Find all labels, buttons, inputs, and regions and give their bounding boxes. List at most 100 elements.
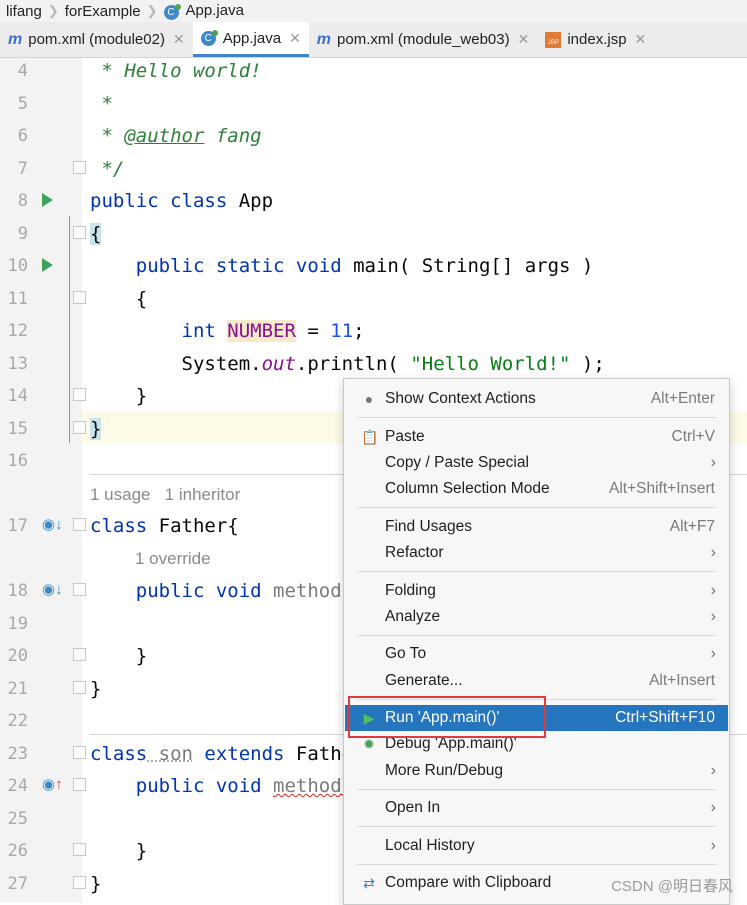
submenu-arrow-icon: ›: [710, 454, 716, 471]
tab-index-jsp[interactable]: JSP index.jsp ✕: [537, 22, 654, 57]
code-token: @author: [124, 125, 205, 147]
fold-marker-icon[interactable]: [73, 876, 86, 889]
close-icon[interactable]: ✕: [289, 30, 301, 47]
submenu-arrow-icon: ›: [710, 544, 716, 561]
overrides-up-icon[interactable]: ◉↑: [42, 775, 63, 793]
menu-item-label: Column Selection Mode: [385, 480, 550, 497]
menu-separator: [357, 789, 716, 790]
fold-marker-icon[interactable]: [73, 843, 86, 856]
submenu-arrow-icon: ›: [710, 799, 716, 816]
close-icon[interactable]: ✕: [518, 31, 530, 48]
annotation-highlight-box: [348, 696, 546, 738]
fold-marker-icon[interactable]: [73, 161, 86, 174]
tab-pom-module02[interactable]: m pom.xml (module02) ✕: [0, 22, 193, 57]
menu-item-copy-paste-special[interactable]: Copy / Paste Special ›: [345, 450, 728, 476]
code-token: public static void: [90, 255, 342, 277]
menu-item-folding[interactable]: Folding ›: [345, 578, 728, 604]
run-gutter-icon[interactable]: [42, 193, 53, 207]
breadcrumb-item-file[interactable]: C App.java: [158, 2, 250, 20]
fold-marker-icon[interactable]: [73, 291, 86, 304]
breadcrumb-item-module[interactable]: forExample: [59, 3, 147, 20]
code-token: 11: [330, 320, 354, 342]
menu-item-analyze[interactable]: Analyze ›: [345, 604, 728, 630]
line-number: 26: [7, 841, 28, 861]
overridden-down-icon[interactable]: ◉↓: [42, 580, 63, 598]
menu-item-shortcut: Alt+F7: [669, 518, 715, 535]
code-line: * @author fang: [90, 125, 262, 147]
close-icon[interactable]: ✕: [173, 31, 185, 48]
code-token: int: [90, 320, 216, 342]
run-gutter-icon[interactable]: [42, 258, 53, 272]
menu-item-open-in[interactable]: Open In ›: [345, 795, 728, 821]
tab-app-java[interactable]: C App.java ✕: [192, 22, 309, 57]
fold-marker-icon[interactable]: [73, 778, 86, 791]
menu-item-paste[interactable]: 📋 Paste Ctrl+V: [345, 424, 728, 450]
maven-icon: m: [316, 30, 332, 48]
code-line: public static void main( String[] args ): [90, 255, 594, 277]
chevron-right-icon: ❯: [47, 3, 59, 18]
fold-marker-icon[interactable]: [73, 648, 86, 661]
watermark: CSDN @明日春风: [611, 878, 733, 895]
fold-marker-icon[interactable]: [73, 583, 86, 596]
menu-separator: [357, 507, 716, 508]
tab-pom-module-web03[interactable]: m pom.xml (module_web03) ✕: [309, 22, 538, 57]
code-token: extends: [192, 743, 285, 765]
code-token: class: [90, 515, 148, 537]
debug-icon: ✹: [363, 736, 375, 752]
code-line: class Father{: [90, 515, 239, 537]
usage-count[interactable]: 1 usage: [90, 485, 151, 504]
code-line: *: [90, 93, 113, 115]
menu-item-show-context-actions[interactable]: ● Show Context Actions Alt+Enter: [345, 386, 728, 412]
fold-marker-icon[interactable]: [73, 746, 86, 759]
code-token: fang: [204, 125, 262, 147]
menu-item-more-run-debug[interactable]: More Run/Debug ›: [345, 758, 728, 784]
tab-label: pom.xml (module02): [28, 31, 165, 48]
line-number: 5: [17, 94, 28, 114]
code-line: * Hello world!: [90, 60, 262, 82]
menu-item-label: Open In: [385, 799, 441, 816]
code-token: main( String[] args ): [341, 255, 594, 277]
code-line: {: [90, 223, 102, 245]
fold-marker-icon[interactable]: [73, 226, 86, 239]
menu-item-generate[interactable]: Generate... Alt+Insert: [345, 668, 728, 694]
menu-item-refactor[interactable]: Refactor ›: [345, 540, 728, 566]
menu-item-label: Local History: [385, 837, 475, 854]
fold-marker-icon[interactable]: [73, 388, 86, 401]
menu-item-column-selection-mode[interactable]: Column Selection Mode Alt+Shift+Insert: [345, 476, 728, 502]
fold-marker-icon[interactable]: [73, 518, 86, 531]
java-class-icon: C: [200, 29, 218, 46]
close-icon[interactable]: ✕: [635, 31, 647, 48]
code-line: }: [90, 645, 148, 667]
line-number: 22: [7, 711, 28, 731]
code-line: }: [90, 678, 102, 700]
menu-item-local-history[interactable]: Local History ›: [345, 833, 728, 859]
code-token: "Hello World!": [410, 353, 571, 375]
line-number: 18: [7, 581, 28, 601]
code-token: class: [90, 743, 148, 765]
maven-icon: m: [8, 30, 23, 48]
code-line: */: [90, 158, 125, 180]
code-token: public class: [90, 190, 228, 212]
java-class-icon: C: [163, 4, 181, 20]
menu-item-find-usages[interactable]: Find Usages Alt+F7: [345, 514, 728, 540]
code-token: System.: [90, 353, 262, 375]
menu-item-label: Compare with Clipboard: [385, 874, 552, 891]
line-number: 21: [7, 679, 28, 699]
code-token: Father{: [147, 515, 239, 537]
implemented-down-icon[interactable]: ◉↓: [42, 515, 63, 533]
line-number: 15: [7, 419, 28, 439]
submenu-arrow-icon: ›: [710, 582, 716, 599]
menu-item-label: Generate...: [385, 672, 463, 689]
menu-item-shortcut: Alt+Shift+Insert: [609, 480, 715, 497]
usage-hint[interactable]: 1 usage 1 inheritor: [90, 485, 240, 505]
breadcrumb-item-project[interactable]: lifang: [0, 3, 48, 20]
line-number: 27: [7, 874, 28, 894]
inheritor-count[interactable]: 1 inheritor: [165, 485, 241, 504]
fold-marker-icon[interactable]: [73, 421, 86, 434]
override-hint[interactable]: 1 override: [135, 549, 211, 569]
fold-marker-icon[interactable]: [73, 681, 86, 694]
code-token: NUMBER: [227, 320, 296, 342]
menu-item-go-to[interactable]: Go To ›: [345, 641, 728, 667]
submenu-arrow-icon: ›: [710, 762, 716, 779]
code-token: {: [90, 223, 102, 245]
